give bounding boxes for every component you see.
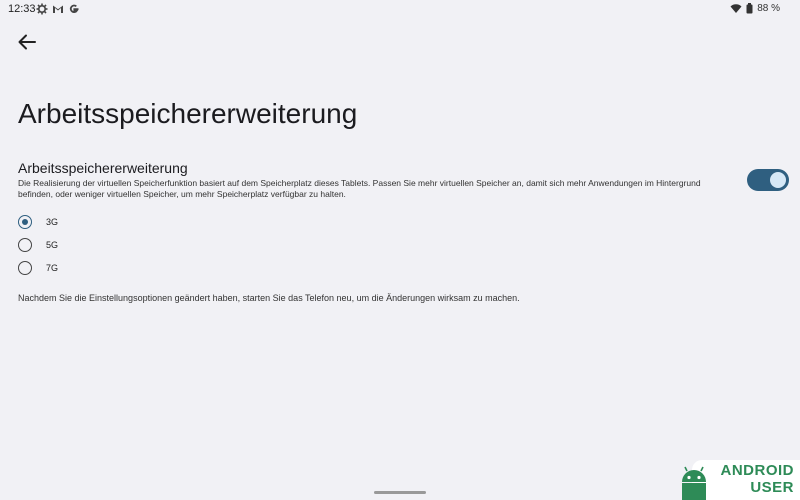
- status-time: 12:33: [8, 3, 36, 15]
- android-robot-icon: [682, 466, 706, 500]
- option-7g[interactable]: 7G: [18, 259, 58, 277]
- restart-note: Nachdem Sie die Einstellungsoptionen geä…: [18, 293, 520, 303]
- radio-button-checked[interactable]: [18, 215, 32, 229]
- page-title: Arbeitsspeichererweiterung: [18, 98, 358, 129]
- option-5g[interactable]: 5G: [18, 236, 58, 254]
- watermark-text: ANDROID USER: [721, 462, 795, 496]
- wifi-icon: [730, 4, 742, 13]
- gmail-icon: [53, 5, 63, 13]
- option-label: 5G: [46, 240, 59, 250]
- gear-icon: [36, 3, 48, 15]
- watermark-logo: ANDROID USER: [678, 460, 800, 500]
- option-3g[interactable]: 3G: [18, 213, 58, 231]
- setting-title: Arbeitsspeichererweiterung: [18, 160, 188, 176]
- watermark-line2: USER: [750, 479, 794, 496]
- gesture-nav-handle[interactable]: [374, 491, 426, 494]
- google-icon: [69, 4, 79, 13]
- option-label: 7G: [46, 263, 59, 273]
- status-bar: 12:33 88 %: [0, 0, 800, 18]
- radio-button[interactable]: [18, 261, 32, 275]
- status-right: 88 %: [730, 3, 780, 14]
- option-label: 3G: [46, 217, 59, 227]
- battery-percent: 88 %: [757, 3, 780, 14]
- setting-description: Die Realisierung der virtuellen Speicher…: [18, 178, 701, 199]
- battery-icon: [746, 3, 753, 14]
- watermark-line1: ANDROID: [720, 462, 794, 479]
- toggle-thumb: [770, 172, 786, 188]
- radio-button[interactable]: [18, 238, 32, 252]
- ram-expansion-toggle[interactable]: [747, 169, 789, 191]
- arrow-left-icon[interactable]: [16, 31, 38, 53]
